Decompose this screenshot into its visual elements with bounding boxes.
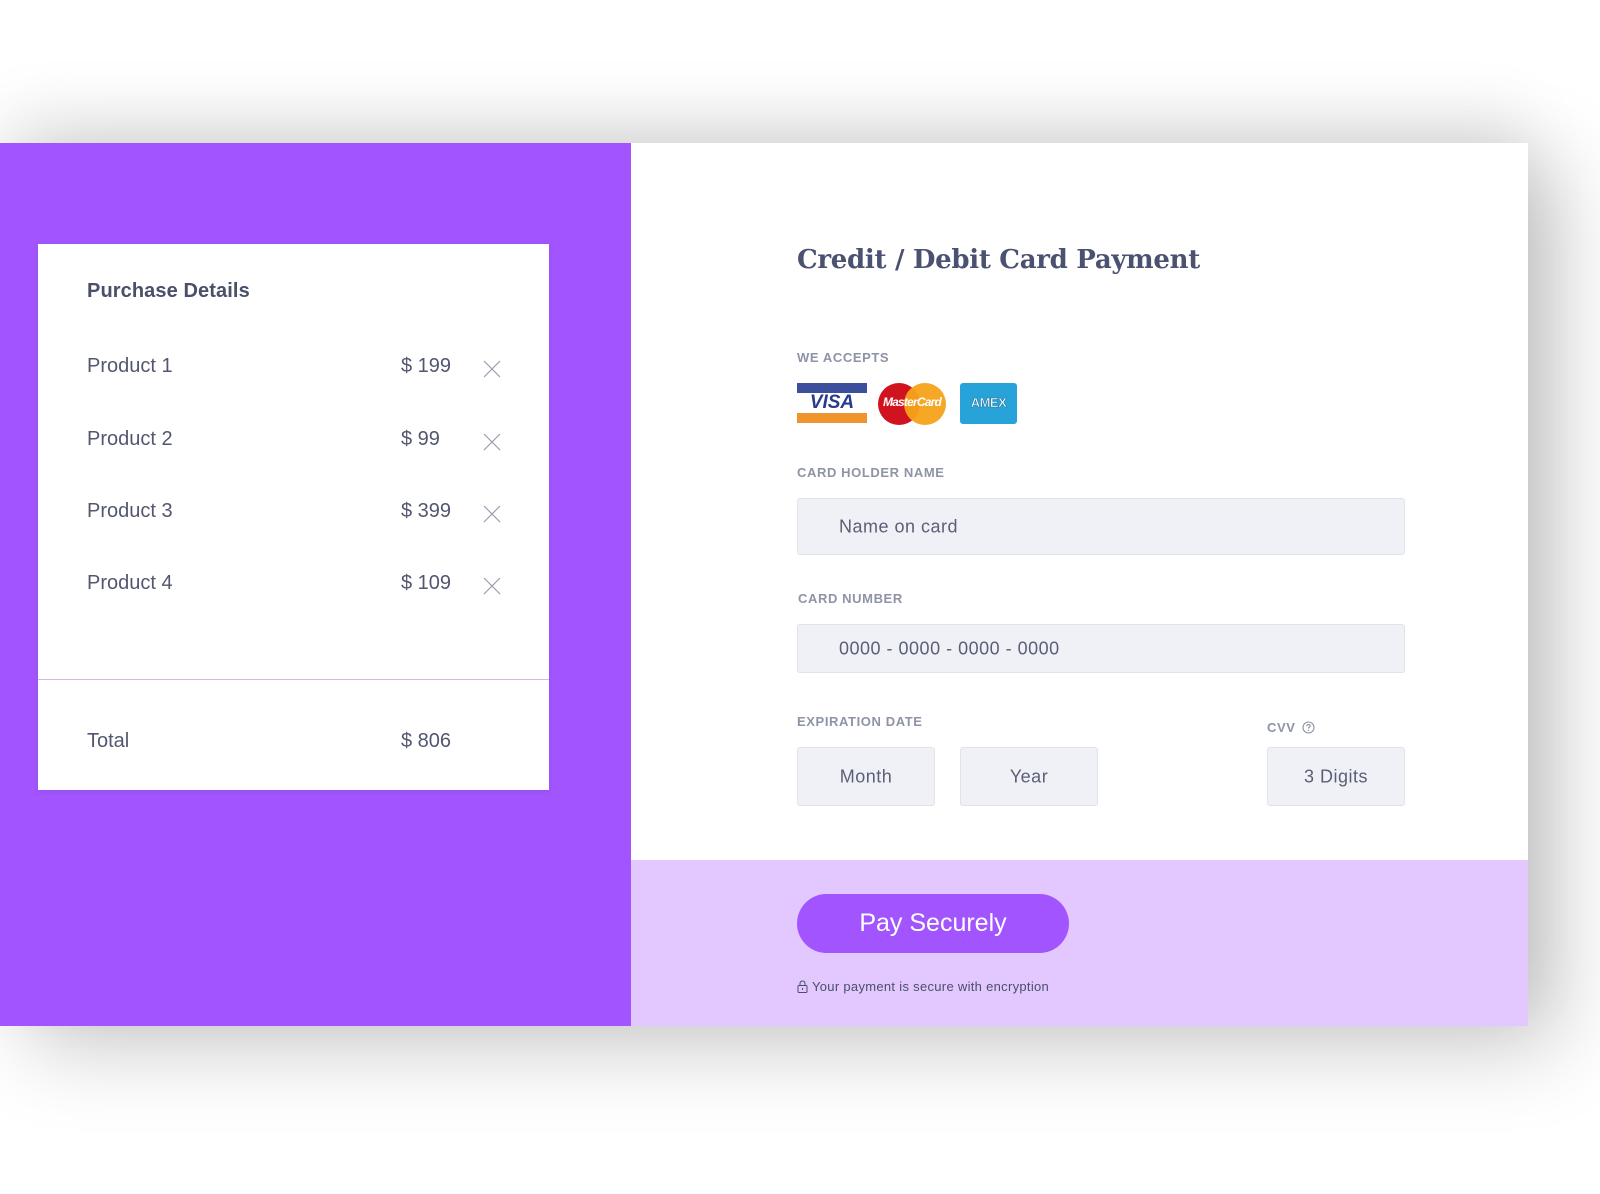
- lock-icon: [797, 980, 808, 993]
- purchase-item: Product 1 $ 199: [87, 355, 507, 385]
- purchase-item: Product 2 $ 99: [87, 428, 507, 458]
- item-name: Product 2: [87, 428, 173, 450]
- purchase-item: Product 4 $ 109: [87, 572, 507, 602]
- expiration-date-label: EXPIRATION DATE: [797, 714, 923, 729]
- close-x-icon: [483, 505, 501, 523]
- purchase-panel: Purchase Details Product 1 $ 199 Product…: [0, 143, 631, 1026]
- month-placeholder: Month: [839, 766, 893, 786]
- payment-title: Credit / Debit Card Payment: [797, 245, 1200, 275]
- total-value: $ 806: [401, 730, 452, 752]
- item-price: $ 199: [401, 355, 452, 377]
- visa-text: VISA: [809, 392, 855, 413]
- card-number-input[interactable]: 0000 - 0000 - 0000 - 0000: [797, 624, 1405, 673]
- remove-item-button[interactable]: [481, 503, 503, 525]
- close-x-icon: [483, 360, 501, 378]
- item-name: Product 4: [87, 572, 173, 594]
- payment-panel: Credit / Debit Card Payment WE ACCEPTS V…: [631, 143, 1528, 1026]
- cvv-placeholder: 3 Digits: [1303, 766, 1369, 786]
- purchase-item: Product 3 $ 399: [87, 500, 507, 530]
- amex-logo-icon: AMEX: [960, 383, 1017, 424]
- secure-note: Your payment is secure with encryption: [797, 979, 1049, 994]
- card-holder-placeholder: Name on card: [839, 516, 959, 536]
- purchase-details-card: Purchase Details Product 1 $ 199 Product…: [38, 244, 549, 790]
- close-x-icon: [483, 577, 501, 595]
- checkout-container: Purchase Details Product 1 $ 199 Product…: [0, 143, 1528, 1026]
- cvv-label-group: CVV: [1267, 720, 1315, 735]
- purchase-details-title: Purchase Details: [87, 280, 250, 302]
- expiration-month-select[interactable]: Month: [797, 747, 935, 806]
- card-number-label: CARD NUMBER: [798, 591, 903, 606]
- help-circle-icon[interactable]: [1301, 721, 1315, 734]
- item-price: $ 99: [401, 428, 440, 450]
- remove-item-button[interactable]: [481, 431, 503, 453]
- total-label: Total: [87, 730, 130, 752]
- payment-footer: Pay Securely Your payment is secure with…: [631, 860, 1528, 1026]
- visa-logo-icon: VISA: [797, 383, 867, 423]
- pay-securely-button[interactable]: Pay Securely: [797, 894, 1069, 953]
- item-price: $ 399: [401, 500, 452, 522]
- item-name: Product 3: [87, 500, 173, 522]
- remove-item-button[interactable]: [481, 358, 503, 380]
- cvv-label: CVV: [1267, 720, 1296, 735]
- we-accepts-label: WE ACCEPTS: [797, 350, 890, 365]
- cvv-input[interactable]: 3 Digits: [1267, 747, 1405, 806]
- expiration-year-select[interactable]: Year: [960, 747, 1098, 806]
- remove-item-button[interactable]: [481, 575, 503, 597]
- secure-note-text: Your payment is secure with encryption: [812, 979, 1050, 994]
- amex-text: AMEX: [970, 395, 1007, 411]
- item-name: Product 1: [87, 355, 173, 377]
- item-price: $ 109: [401, 572, 452, 594]
- year-placeholder: Year: [1009, 766, 1049, 786]
- card-holder-label: CARD HOLDER NAME: [797, 465, 945, 480]
- card-number-placeholder: 0000 - 0000 - 0000 - 0000: [839, 638, 1060, 658]
- card-holder-input[interactable]: Name on card: [797, 498, 1405, 555]
- total-divider: [38, 679, 549, 680]
- close-x-icon: [483, 433, 501, 451]
- mastercard-logo-icon: MasterCard: [878, 383, 946, 425]
- mastercard-text: MasterCard: [882, 395, 942, 409]
